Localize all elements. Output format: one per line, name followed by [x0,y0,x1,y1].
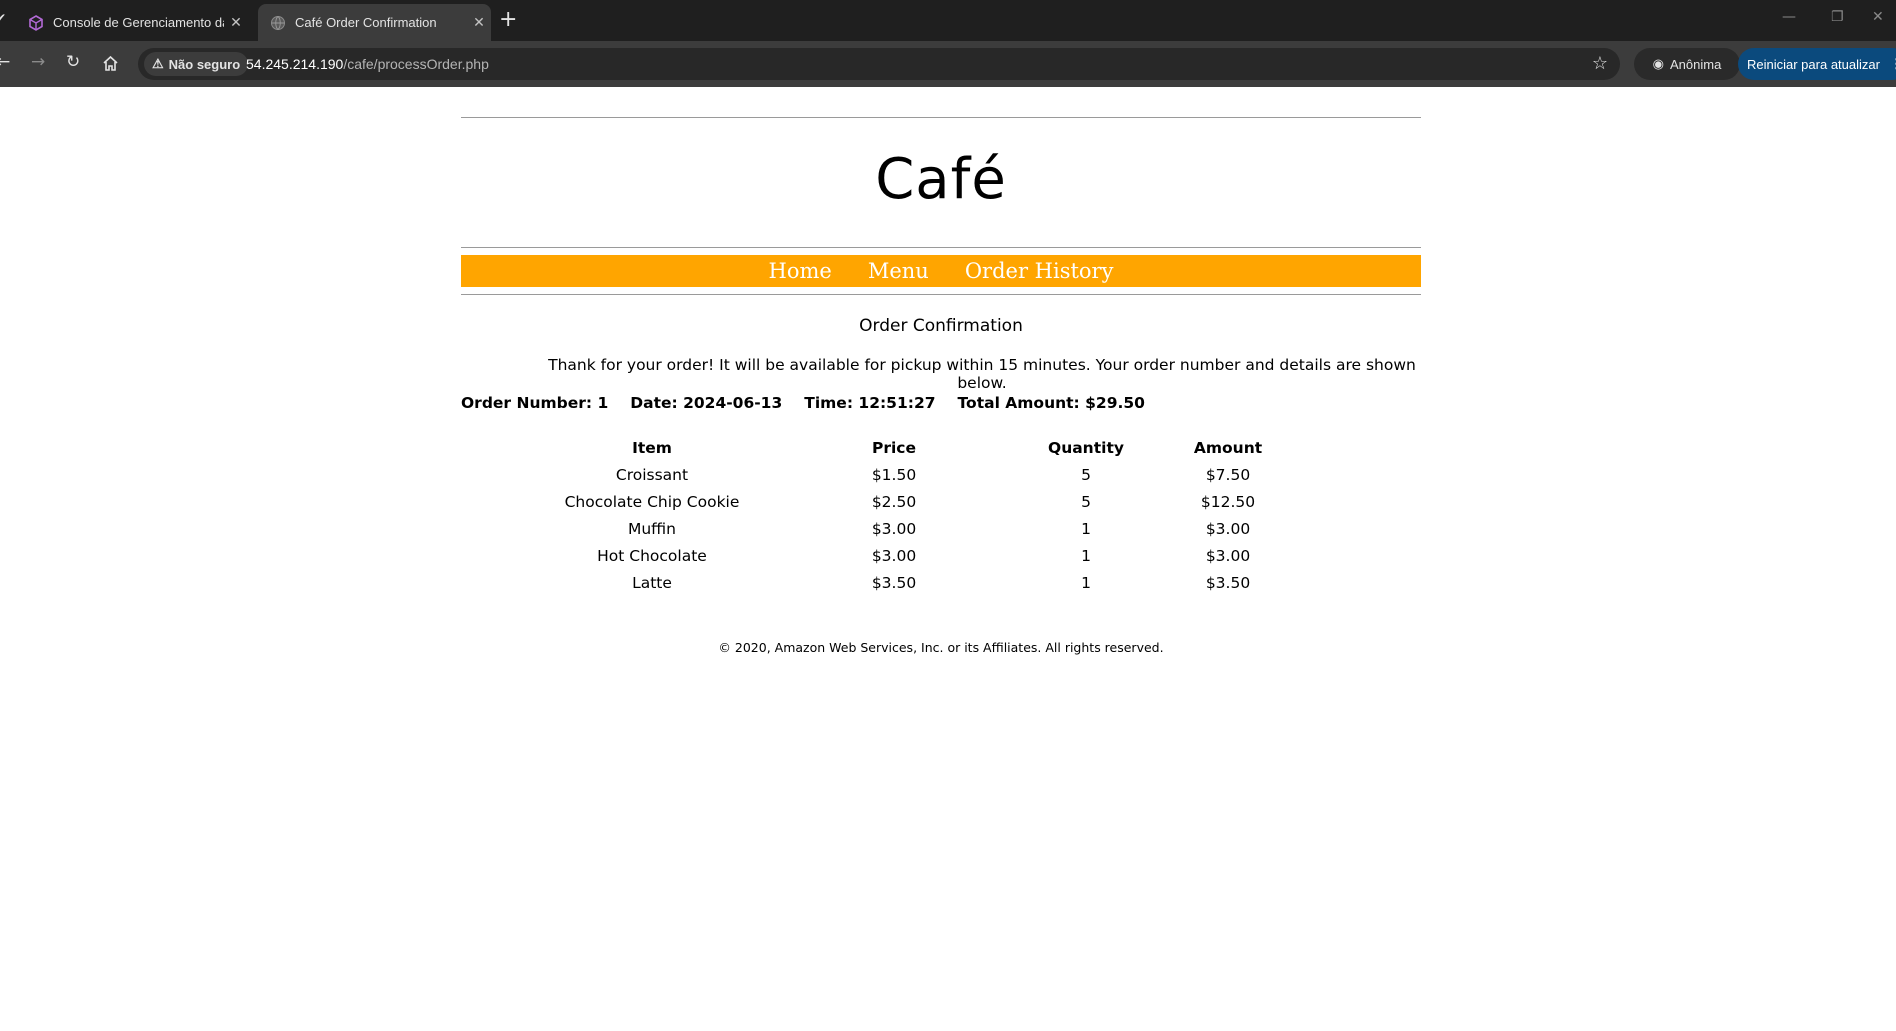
incognito-badge[interactable]: ◉ Anônima [1634,48,1740,80]
page-title: Order Confirmation [859,316,1023,336]
incognito-label: Anônima [1670,56,1722,72]
nav-home-link[interactable]: Home [769,259,832,283]
restart-to-update-button[interactable]: Reiniciar para atualizar ⋮ [1738,48,1896,80]
cell-item: Muffin [627,519,676,538]
cell-quantity: 5 [1081,492,1091,511]
order-time: Time: 12:51:27 [804,394,936,412]
url-path: /cafe/processOrder.php [343,56,489,72]
back-icon[interactable]: ← [0,52,10,72]
browser-tab-bar: ✔ Console de Gerenciamento da AWS ✕ Café… [0,0,1896,41]
security-label: Não seguro [168,56,241,72]
nav-order-history-link[interactable]: Order History [965,259,1114,283]
bookmark-star-icon[interactable]: ☆ [1592,53,1608,74]
page-viewport: Café Home Menu Order History Order Confi… [0,87,1896,1031]
tab-aws-console[interactable]: Console de Gerenciamento da AWS ✕ [16,4,248,41]
column-header-quantity: Quantity [1048,438,1124,457]
table-row: Croissant $1.50 5 $7.50 [542,461,1310,488]
top-divider [461,117,1421,118]
url-text: 54.245.214.190/cafe/processOrder.php [246,56,489,72]
nav-divider [461,294,1421,295]
globe-icon [271,15,285,30]
order-items-table: Item Price Quantity Amount Croissant $1.… [542,434,1310,596]
close-tab-icon[interactable]: ✕ [467,15,491,31]
order-total: Total Amount: $29.50 [957,394,1145,412]
browser-toolbar: ← → ↻ ⚠ Não seguro 54.245.214.190/cafe/p… [0,41,1896,87]
table-header-row: Item Price Quantity Amount [542,434,1310,461]
tab-search-icon[interactable]: ✔ [0,11,6,25]
table-row: Muffin $3.00 1 $3.00 [542,515,1310,542]
security-chip[interactable]: ⚠ Não seguro [144,52,249,76]
home-icon[interactable] [102,55,119,72]
cell-amount: $12.50 [1200,492,1256,511]
cell-price: $3.50 [871,573,917,592]
tab-title: Console de Gerenciamento da AWS [53,15,224,30]
tab-cafe-order[interactable]: Café Order Confirmation ✕ [258,4,491,41]
cell-amount: $3.00 [1205,546,1251,565]
cell-item: Latte [632,573,672,592]
table-row: Latte $3.50 1 $3.50 [542,569,1310,596]
order-summary: Order Number: 1 Date: 2024-06-13 Time: 12:… [461,394,1167,412]
cell-item: Hot Chocolate [597,546,707,565]
url-host: 54.245.214.190 [246,56,344,72]
more-menu-icon[interactable]: ⋮ [1890,56,1896,72]
minimize-icon[interactable]: — [1782,9,1796,25]
cell-price: $2.50 [871,492,917,511]
cell-price: $1.50 [871,465,917,484]
cell-item: Croissant [615,465,689,484]
column-header-price: Price [871,438,917,457]
tab-title: Café Order Confirmation [295,15,437,30]
column-header-amount: Amount [1193,438,1263,457]
new-tab-icon[interactable]: + [499,7,517,32]
nav-menu-link[interactable]: Menu [868,259,929,283]
cell-quantity: 1 [1081,546,1091,565]
cell-item: Chocolate Chip Cookie [564,492,740,511]
cell-quantity: 1 [1081,519,1091,538]
order-number: Order Number: 1 [461,394,609,412]
copyright-footer: © 2020, Amazon Web Services, Inc. or its… [718,640,1164,655]
warning-icon: ⚠ [152,56,164,71]
cell-amount: $3.50 [1205,573,1251,592]
reload-icon[interactable]: ↻ [66,52,80,72]
cell-price: $3.00 [871,546,917,565]
close-window-icon[interactable]: ✕ [1872,9,1884,25]
header-divider [461,247,1421,248]
incognito-icon: ◉ [1652,56,1665,71]
cell-quantity: 5 [1081,465,1091,484]
cell-price: $3.00 [871,519,917,538]
address-bar[interactable]: ⚠ Não seguro 54.245.214.190/cafe/process… [138,48,1620,80]
cell-quantity: 1 [1081,573,1091,592]
cell-amount: $3.00 [1205,519,1251,538]
column-header-item: Item [632,438,672,457]
site-nav: Home Menu Order History [461,255,1421,287]
site-brand: Café [875,147,1007,212]
update-label: Reiniciar para atualizar [1747,56,1880,72]
close-tab-icon[interactable]: ✕ [224,15,248,31]
thank-you-message: Thank for your order! It will be availab… [548,356,1416,392]
table-row: Hot Chocolate $3.00 1 $3.00 [542,542,1310,569]
cube-icon [29,14,43,31]
restore-icon[interactable]: ❐ [1831,9,1844,25]
table-row: Chocolate Chip Cookie $2.50 5 $12.50 [542,488,1310,515]
forward-icon[interactable]: → [31,52,45,72]
cell-amount: $7.50 [1205,465,1251,484]
order-date: Date: 2024-06-13 [630,394,783,412]
